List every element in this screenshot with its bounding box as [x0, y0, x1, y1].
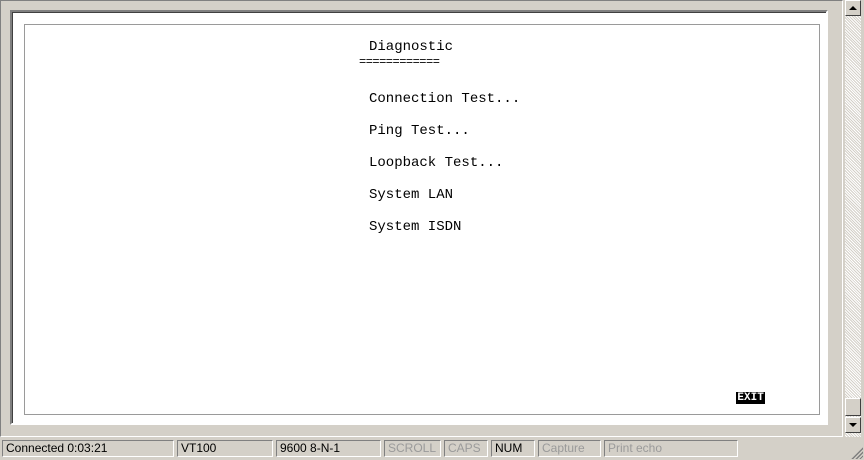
down-arrow-icon[interactable] [845, 417, 861, 433]
exit-button[interactable]: EXIT [736, 392, 765, 404]
port-settings-status: 9600 8-N-1 [276, 440, 381, 457]
scroll-indicator: SCROLL [384, 440, 441, 457]
terminal-screen[interactable]: Diagnostic ============ Connection Test.… [10, 10, 828, 425]
menu-item-system-lan[interactable]: System LAN [369, 187, 453, 203]
emulation-status: VT100 [177, 440, 273, 457]
page-title: Diagnostic [369, 39, 454, 55]
menu-item-system-isdn[interactable]: System ISDN [369, 219, 461, 235]
status-bar: Connected 0:03:21 VT100 9600 8-N-1 SCROL… [0, 437, 864, 460]
connection-status: Connected 0:03:21 [2, 440, 174, 457]
menu-item-connection-test[interactable]: Connection Test... [369, 91, 520, 107]
menu-item-ping-test[interactable]: Ping Test... [369, 123, 470, 139]
vertical-scrollbar[interactable] [845, 0, 861, 437]
menu-item-loopback-test[interactable]: Loopback Test... [369, 155, 503, 171]
terminal-frame: Diagnostic ============ Connection Test.… [0, 0, 843, 437]
caps-indicator: CAPS [444, 440, 488, 457]
print-echo-indicator: Print echo [604, 440, 738, 457]
title-underline: ============ [359, 55, 440, 69]
capture-indicator: Capture [538, 440, 601, 457]
scrollbar-thumb[interactable] [845, 398, 861, 416]
up-arrow-icon[interactable] [845, 0, 861, 16]
resize-grip-icon[interactable] [850, 446, 863, 459]
num-indicator: NUM [491, 440, 535, 457]
